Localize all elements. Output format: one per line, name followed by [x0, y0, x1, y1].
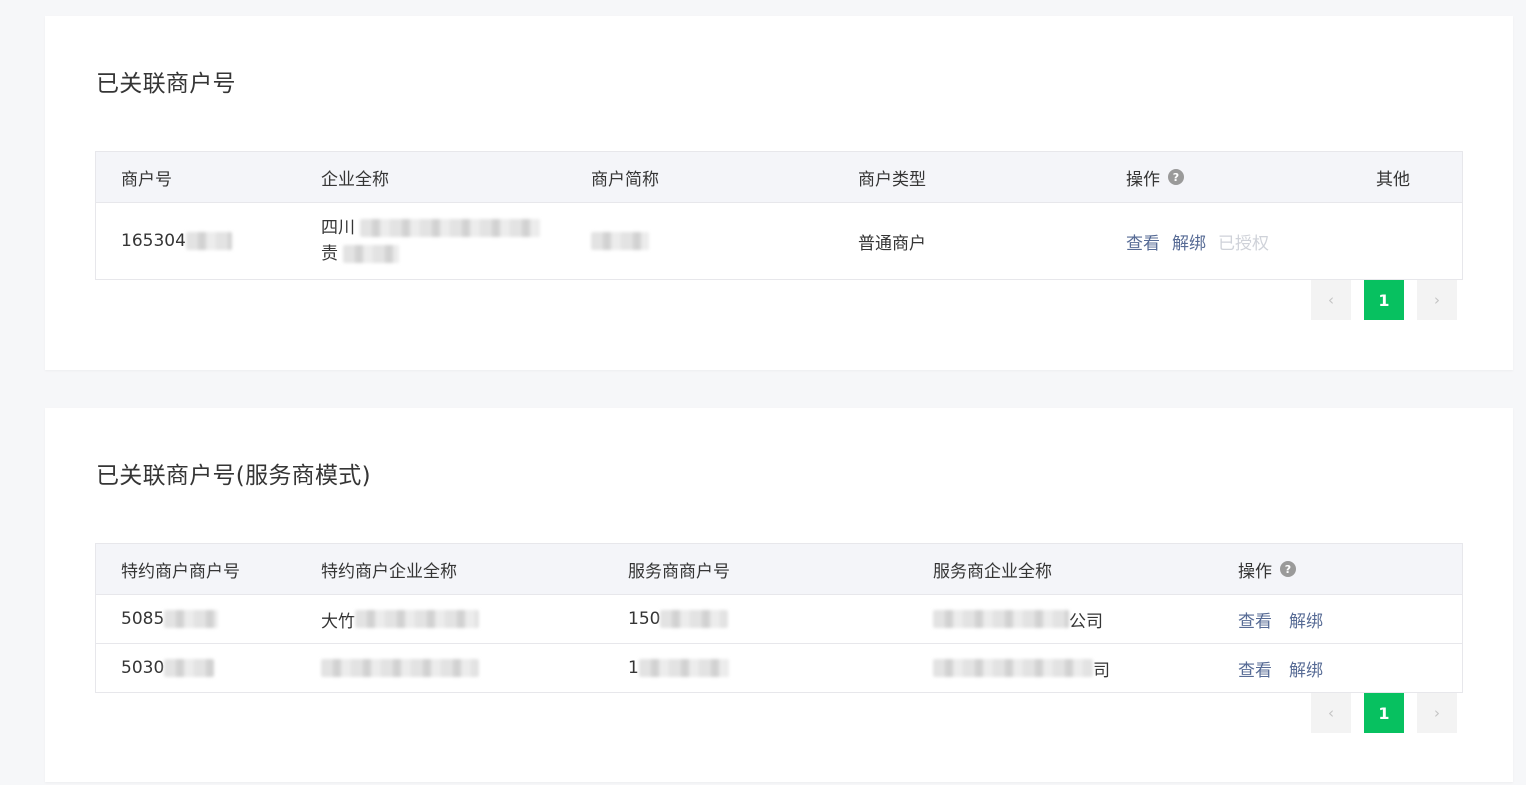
view-link[interactable]: 查看 — [1238, 656, 1272, 681]
table-row: 5085 大竹 150 公司 查看 解绑 — [96, 595, 1462, 643]
service-provider-merchants-card: 已关联商户号(服务商模式) 特约商户商户号 特约商户企业全称 服务商商户号 服务… — [45, 408, 1513, 782]
sp-company: 司 — [1093, 660, 1110, 681]
actions-cell: 查看 解绑 已授权 — [1126, 203, 1281, 279]
sp-company-cell: 司 — [933, 644, 1110, 692]
sub-merchant-id: 5030 — [121, 658, 165, 678]
redacted-blur — [638, 659, 729, 677]
pagination: ‹ 1 › — [1311, 280, 1457, 320]
sub-merchant-id-cell: 5085 — [121, 595, 219, 643]
page-button-current[interactable]: 1 — [1364, 693, 1404, 733]
column-merchant-type: 商户类型 — [858, 169, 926, 190]
service-provider-table: 特约商户商户号 特约商户企业全称 服务商商户号 服务商企业全称 操作 ? 508… — [95, 543, 1463, 693]
short-name-cell — [591, 203, 649, 279]
redacted-blur — [660, 610, 729, 628]
pagination: ‹ 1 › — [1311, 693, 1457, 733]
redacted-blur — [591, 232, 649, 250]
redacted-blur — [164, 659, 215, 677]
unbind-link[interactable]: 解绑 — [1289, 656, 1323, 681]
help-icon[interactable]: ? — [1168, 169, 1184, 185]
table-header: 特约商户商户号 特约商户企业全称 服务商商户号 服务商企业全称 操作 ? — [96, 544, 1462, 595]
sp-merchant-id: 150 — [628, 609, 661, 629]
column-actions: 操作 ? — [1126, 152, 1184, 202]
sp-company-cell: 公司 — [933, 595, 1103, 643]
sp-company: 公司 — [1069, 611, 1103, 632]
section-title: 已关联商户号 — [96, 71, 236, 97]
sub-merchant-company: 大竹 — [321, 611, 355, 632]
table-row: 165304 四川 责 普通商户 查看 解绑 已授权 — [96, 203, 1462, 279]
column-merchant-id: 商户号 — [121, 169, 172, 190]
redacted-blur — [185, 232, 232, 250]
authorized-link: 已授权 — [1218, 233, 1269, 254]
column-sub-merchant-id: 特约商户商户号 — [121, 561, 240, 582]
next-page-button[interactable]: › — [1417, 693, 1457, 733]
redacted-blur — [933, 659, 1093, 677]
redacted-blur — [933, 610, 1069, 628]
column-actions-label: 操作 — [1126, 169, 1160, 190]
unbind-link[interactable]: 解绑 — [1289, 607, 1323, 632]
merchant-id-cell: 165304 — [121, 203, 232, 279]
next-page-button[interactable]: › — [1417, 280, 1457, 320]
view-link[interactable]: 查看 — [1238, 607, 1272, 632]
sp-merchant-id-cell: 1 — [628, 644, 729, 692]
prev-page-button[interactable]: ‹ — [1311, 280, 1351, 320]
redacted-blur — [355, 610, 479, 628]
column-actions: 操作 ? — [1238, 544, 1296, 594]
sub-merchant-id: 5085 — [121, 609, 165, 629]
company-name-cell: 四川 责 — [321, 203, 541, 279]
linked-merchants-table: 商户号 企业全称 商户简称 商户类型 操作 ? 其他 165304 四川 责 普… — [95, 151, 1463, 280]
help-icon[interactable]: ? — [1280, 561, 1296, 577]
page-button-current[interactable]: 1 — [1364, 280, 1404, 320]
section-title: 已关联商户号(服务商模式) — [96, 463, 371, 489]
sub-merchant-id-cell: 5030 — [121, 644, 215, 692]
sub-merchant-company-cell: 大竹 — [321, 595, 479, 643]
sp-merchant-id: 1 — [628, 658, 639, 678]
column-actions-label: 操作 — [1238, 561, 1272, 582]
column-sp-company: 服务商企业全称 — [933, 561, 1052, 582]
redacted-blur — [164, 610, 219, 628]
merchant-id: 165304 — [121, 231, 186, 251]
view-link[interactable]: 查看 — [1126, 229, 1160, 254]
column-sub-merchant-company: 特约商户企业全称 — [321, 561, 457, 582]
company-name-line1: 四川 — [321, 218, 355, 238]
column-sp-merchant-id: 服务商商户号 — [628, 561, 730, 582]
sub-merchant-company-cell — [321, 644, 479, 692]
prev-page-button[interactable]: ‹ — [1311, 693, 1351, 733]
unbind-link[interactable]: 解绑 — [1172, 229, 1206, 254]
column-other: 其他 — [1376, 169, 1410, 190]
redacted-blur — [321, 659, 479, 677]
column-company-name: 企业全称 — [321, 169, 389, 190]
linked-merchants-card: 已关联商户号 商户号 企业全称 商户简称 商户类型 操作 ? 其他 165304… — [45, 16, 1513, 370]
sp-merchant-id-cell: 150 — [628, 595, 729, 643]
table-row: 5030 1 司 查看 解绑 — [96, 643, 1462, 692]
column-short-name: 商户简称 — [591, 169, 659, 190]
table-header: 商户号 企业全称 商户简称 商户类型 操作 ? 其他 — [96, 152, 1462, 203]
company-name-line2: 责 — [321, 244, 338, 264]
redacted-blur — [343, 245, 400, 263]
actions-cell: 查看 解绑 — [1238, 595, 1335, 643]
actions-cell: 查看 解绑 — [1238, 644, 1335, 692]
merchant-type: 普通商户 — [858, 233, 926, 254]
redacted-blur — [360, 219, 541, 237]
